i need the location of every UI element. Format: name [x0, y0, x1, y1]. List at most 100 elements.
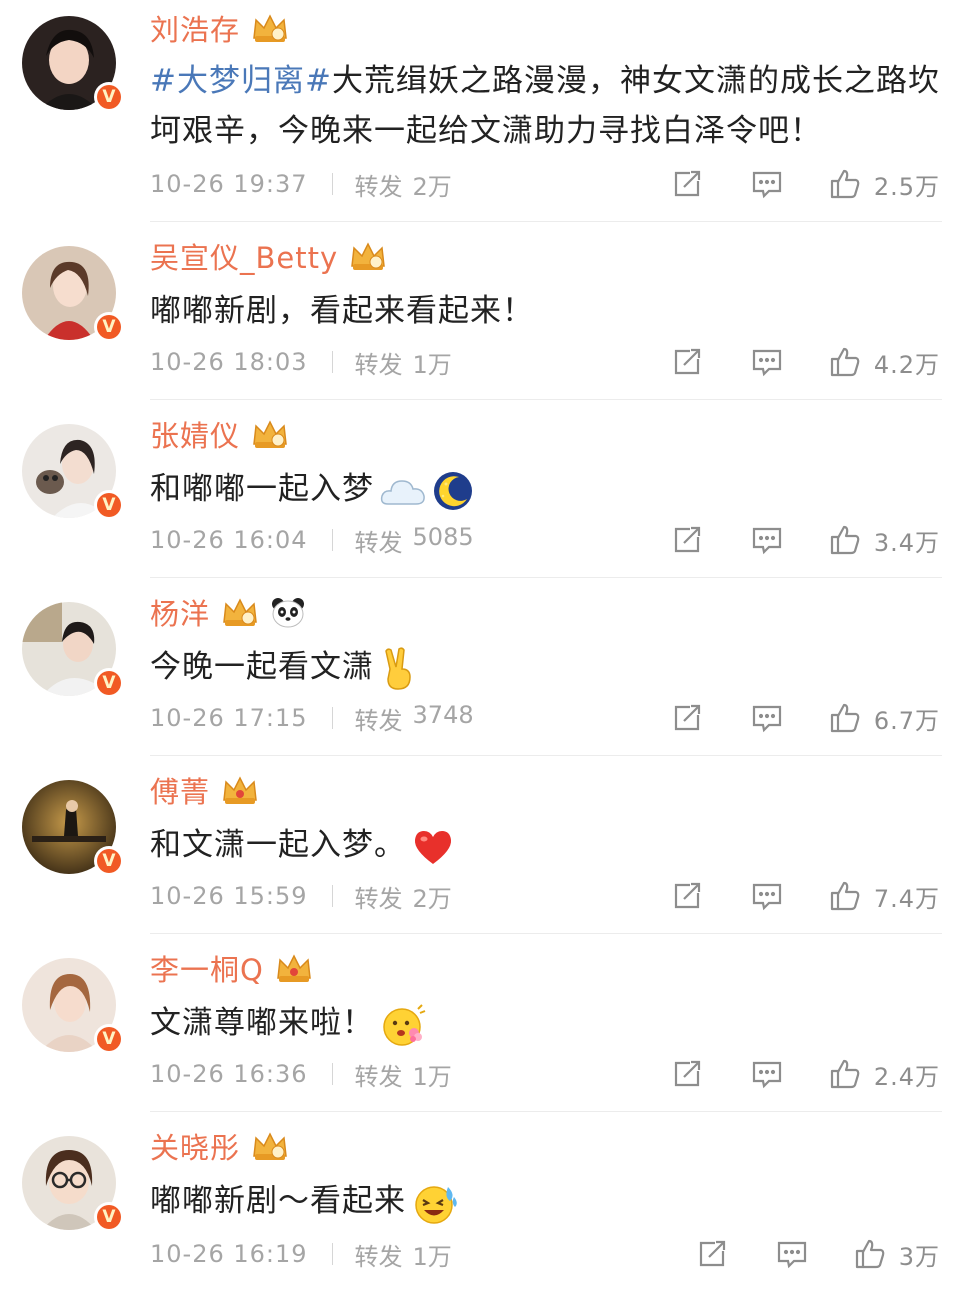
- like-count: 2.5万: [873, 172, 940, 201]
- share-icon[interactable]: [670, 523, 704, 557]
- comment-text: 嘟嘟新剧～看起来: [150, 1176, 940, 1226]
- forward-info[interactable]: 转发 2万: [355, 879, 452, 914]
- avatar[interactable]: V: [22, 16, 124, 112]
- thumbs-up-icon: [830, 881, 860, 911]
- moon-emoji: [434, 471, 472, 510]
- share-icon[interactable]: [670, 701, 704, 735]
- share-icon[interactable]: [670, 345, 704, 379]
- crown-icon: [351, 242, 385, 270]
- comment-icon[interactable]: [775, 1237, 809, 1271]
- comment-icon[interactable]: [750, 879, 784, 913]
- comment-icon[interactable]: [750, 523, 784, 557]
- verified-badge-icon: V: [94, 490, 124, 520]
- avatar[interactable]: V: [22, 246, 124, 342]
- comment-item: V 关晓彤 嘟嘟新剧～看起来 10-26 16:19 转发 1万 3万: [0, 1112, 960, 1293]
- username[interactable]: 李一桐Q: [150, 947, 264, 989]
- comment-text: 文潇尊嘟来啦！: [150, 998, 940, 1048]
- comment-text: #大梦归离#大荒缉妖之路漫漫，神女文潇的成长之路坎坷艰辛，今晚来一起给文潇助力寻…: [150, 63, 940, 149]
- verified-badge-icon: V: [94, 846, 124, 876]
- like-button[interactable]: 7.4万: [828, 879, 940, 914]
- like-button[interactable]: 3.4万: [828, 523, 940, 558]
- thumbs-up-icon: [830, 703, 860, 733]
- username[interactable]: 关晓彤: [150, 1125, 240, 1167]
- victory-hand-emoji: [385, 646, 411, 690]
- meta-divider: [331, 529, 333, 551]
- comment-meta: 10-26 19:37 转发 2万 2.5万: [150, 166, 940, 202]
- comment-icon[interactable]: [750, 345, 784, 379]
- comment-item: V 吴宣仪_Betty 嘟嘟新剧，看起来看起来！ 10-26 18:03 转发 1…: [0, 222, 960, 400]
- timestamp: 10-26 15:59: [150, 882, 308, 910]
- meta-divider: [331, 707, 333, 729]
- forward-info[interactable]: 转发 1万: [355, 1057, 452, 1092]
- like-button[interactable]: 2.4万: [828, 1057, 940, 1092]
- forward-info[interactable]: 转发 5085: [355, 523, 474, 558]
- flower-face-emoji: [383, 1003, 426, 1046]
- avatar[interactable]: V: [22, 958, 124, 1054]
- thumbs-up-icon: [830, 347, 860, 377]
- username[interactable]: 吴宣仪_Betty: [150, 235, 338, 277]
- comment-icon[interactable]: [750, 1057, 784, 1091]
- forward-info[interactable]: 转发 2万: [355, 167, 452, 202]
- forward-info[interactable]: 转发 1万: [355, 1237, 452, 1272]
- verified-badge-icon: V: [94, 668, 124, 698]
- like-count: 4.2万: [873, 350, 940, 379]
- hashtag-link[interactable]: #大梦归离#: [150, 63, 332, 99]
- forward-info[interactable]: 转发 3748: [355, 701, 474, 736]
- comment-feed: V 刘浩存 #大梦归离#大荒缉妖之路漫漫，神女文潇的成长之路坎坷艰辛，今晚来一起…: [0, 0, 960, 1293]
- verified-badge-icon: V: [94, 1202, 124, 1232]
- comment-text: 和嘟嘟一起入梦: [150, 464, 940, 514]
- share-icon[interactable]: [670, 1057, 704, 1091]
- meta-divider: [331, 173, 333, 195]
- avatar[interactable]: V: [22, 424, 124, 520]
- laughing-tears-emoji: [415, 1185, 457, 1224]
- like-count: 6.7万: [873, 706, 940, 735]
- comment-item: V 傅菁 和文潇一起入梦。 10-26 15:59 转发 2万 7.4万: [0, 756, 960, 934]
- username[interactable]: 杨洋: [150, 591, 210, 633]
- comment-meta: 10-26 17:15 转发 3748 6.7万: [150, 700, 940, 736]
- share-icon[interactable]: [695, 1237, 729, 1271]
- comment-text: 嘟嘟新剧，看起来看起来！: [150, 293, 534, 329]
- comment-item: V 刘浩存 #大梦归离#大荒缉妖之路漫漫，神女文潇的成长之路坎坷艰辛，今晚来一起…: [0, 0, 960, 222]
- like-button[interactable]: 4.2万: [828, 345, 940, 380]
- like-button[interactable]: 3万: [853, 1237, 940, 1272]
- comment-item: V 杨洋 今晚一起看文潇 10-26 17:15 转发 3748 6.7万: [0, 578, 960, 756]
- comment-item: V 张婧仪 和嘟嘟一起入梦 10-26 16:04 转发 5085 3.4万: [0, 400, 960, 578]
- verified-badge-icon: V: [94, 82, 124, 112]
- avatar[interactable]: V: [22, 1136, 124, 1232]
- comment-item: V 李一桐Q 文潇尊嘟来啦！ 10-26 16:36 转发 1万 2.4万: [0, 934, 960, 1112]
- thumbs-up-icon: [830, 1059, 860, 1089]
- panda-icon: [272, 598, 305, 628]
- comment-icon[interactable]: [750, 167, 784, 201]
- comment-text: 和文潇一起入梦。: [150, 820, 940, 870]
- crown-icon: [223, 776, 257, 804]
- username[interactable]: 刘浩存: [150, 7, 240, 49]
- share-icon[interactable]: [670, 879, 704, 913]
- thumbs-up-icon: [855, 1239, 885, 1269]
- verified-badge-icon: V: [94, 312, 124, 342]
- comment-icon[interactable]: [750, 701, 784, 735]
- heart-emoji: [414, 830, 452, 864]
- meta-divider: [331, 351, 333, 373]
- cloud-emoji: [380, 479, 425, 505]
- crown-icon: [253, 1132, 287, 1160]
- comment-meta: 10-26 15:59 转发 2万 7.4万: [150, 878, 940, 914]
- like-button[interactable]: 6.7万: [828, 701, 940, 736]
- like-count: 3.4万: [873, 528, 940, 557]
- meta-divider: [331, 885, 333, 907]
- username[interactable]: 张婧仪: [150, 413, 240, 455]
- comment-meta: 10-26 16:19 转发 1万 3万: [150, 1236, 940, 1272]
- timestamp: 10-26 16:04: [150, 526, 308, 554]
- like-button[interactable]: 2.5万: [828, 167, 940, 202]
- like-count: 7.4万: [873, 884, 940, 913]
- crown-icon: [223, 598, 257, 626]
- meta-divider: [331, 1063, 333, 1085]
- avatar[interactable]: V: [22, 602, 124, 698]
- username[interactable]: 傅菁: [150, 769, 210, 811]
- timestamp: 10-26 16:19: [150, 1240, 308, 1268]
- timestamp: 10-26 17:15: [150, 704, 308, 732]
- comment-meta: 10-26 18:03 转发 1万 4.2万: [150, 344, 940, 380]
- crown-icon: [253, 14, 287, 42]
- forward-info[interactable]: 转发 1万: [355, 345, 452, 380]
- avatar[interactable]: V: [22, 780, 124, 876]
- share-icon[interactable]: [670, 167, 704, 201]
